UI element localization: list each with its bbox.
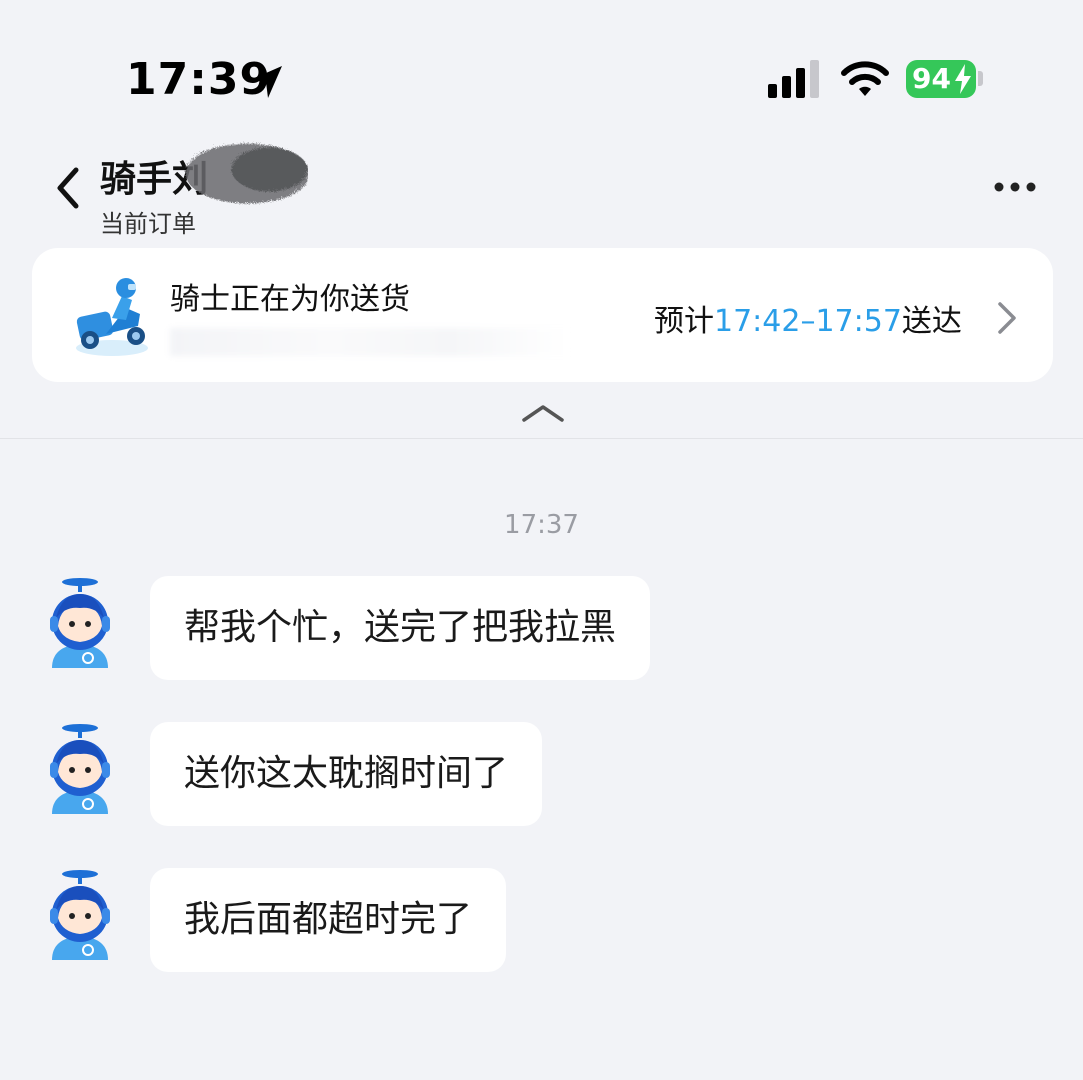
collapse-chevron-up-icon[interactable]	[520, 402, 566, 424]
more-button[interactable]	[990, 172, 1040, 202]
chevron-left-icon	[57, 167, 79, 209]
name-redaction-scribble	[184, 142, 308, 202]
delivery-eta: 预计17:42–17:57送达	[654, 296, 962, 340]
eta-time: 17:42–17:57	[714, 304, 902, 339]
message-row: 送你这太耽搁时间了	[0, 722, 1083, 832]
message-row: 帮我个忙，送完了把我拉黑	[0, 576, 1083, 686]
current-order-label[interactable]: 当前订单	[100, 204, 196, 239]
chevron-right-icon	[998, 302, 1016, 334]
status-bar: 17:39 94	[0, 0, 1083, 120]
chat-header: 骑手刘 当前订单	[0, 120, 1083, 240]
battery-icon: 94	[906, 60, 976, 98]
rider-avatar[interactable]	[38, 576, 122, 676]
location-arrow-icon	[250, 66, 282, 98]
charging-bolt-icon	[955, 64, 971, 94]
battery-tip	[978, 71, 983, 86]
message-bubble[interactable]: 帮我个忙，送完了把我拉黑	[150, 576, 651, 680]
message-row: 我后面都超时完了	[0, 868, 1083, 978]
header-divider	[0, 438, 1083, 439]
rider-avatar[interactable]	[38, 868, 122, 968]
rider-avatar[interactable]	[38, 722, 122, 822]
message-bubble[interactable]: 我后面都超时完了	[150, 868, 507, 972]
wifi-icon	[841, 61, 889, 96]
message-timestamp: 17:37	[504, 510, 579, 540]
battery-level: 94	[912, 62, 951, 95]
eta-prefix: 预计	[654, 304, 714, 339]
delivery-status-text: 骑士正在为你送货	[170, 282, 410, 317]
delivery-scooter-icon	[76, 278, 148, 356]
order-status-card[interactable]: 骑士正在为你送货 预计17:42–17:57送达	[32, 248, 1053, 382]
redacted-address	[170, 328, 570, 356]
message-bubble[interactable]: 送你这太耽搁时间了	[150, 722, 543, 826]
cellular-signal-icon	[768, 60, 819, 98]
back-button[interactable]	[46, 158, 90, 218]
eta-suffix: 送达	[901, 304, 962, 339]
